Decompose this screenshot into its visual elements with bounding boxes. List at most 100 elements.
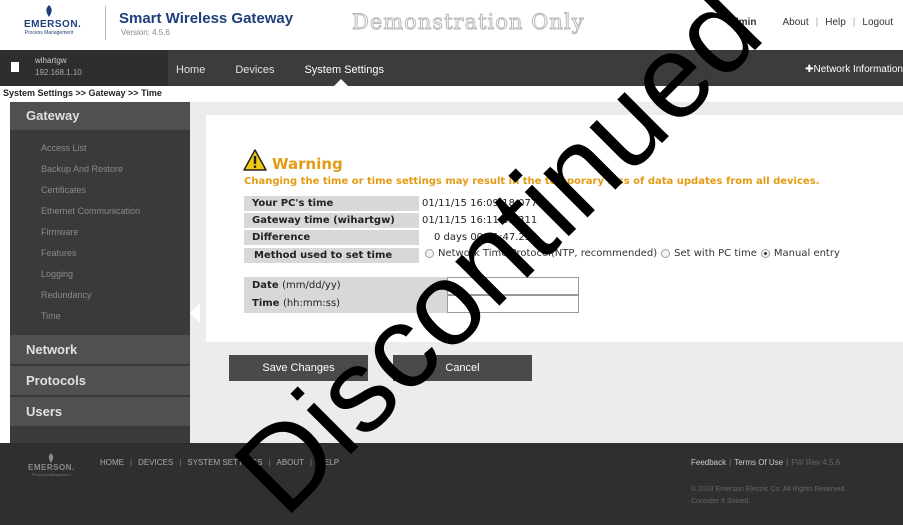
footer-separator: |: [786, 458, 789, 467]
current-user: admin: [727, 17, 757, 28]
header-divider: [105, 6, 106, 40]
footer-link-about[interactable]: ABOUT: [276, 458, 304, 467]
network-information-label: Network Information: [813, 64, 903, 75]
sidebar-item-ethernet-communication[interactable]: Ethernet Communication: [10, 201, 190, 222]
sidebar-selected-caret: [190, 303, 200, 323]
sidebar-section-network[interactable]: Network: [10, 335, 190, 364]
time-format: (hh:mm:ss): [282, 298, 341, 309]
warning-icon: [243, 149, 267, 171]
firmware-revision: FW Rev 4.5.6: [791, 458, 841, 467]
time-label-text: Time: [252, 298, 280, 309]
emerson-logo[interactable]: EMERSON. Process Management: [24, 5, 82, 43]
cancel-button[interactable]: Cancel: [393, 355, 532, 381]
app-version: Version: 4.5.6: [121, 28, 170, 37]
sidebar-section-gateway[interactable]: Gateway: [10, 102, 190, 130]
warning-message: Changing the time or time settings may r…: [244, 176, 820, 187]
footer-separator: |: [310, 458, 313, 467]
nav-home[interactable]: Home: [176, 64, 205, 76]
sidebar-item-backup-and-restore[interactable]: Backup And Restore: [10, 159, 190, 180]
sidebar-item-firmware[interactable]: Firmware: [10, 222, 190, 243]
breadcrumb: System Settings >> Gateway >> Time: [3, 88, 162, 98]
date-input[interactable]: [447, 277, 579, 295]
tagline: Consider It Solved.: [691, 498, 751, 505]
sidebar-item-logging[interactable]: Logging: [10, 264, 190, 285]
footer-brand: EMERSON.: [28, 463, 75, 472]
logo-sub: Process Management: [24, 30, 74, 36]
link-separator: |: [815, 17, 819, 28]
sidebar-item-redundancy[interactable]: Redundancy: [10, 285, 190, 306]
network-information-link[interactable]: ✚Network Information: [805, 64, 903, 75]
gateway-time-label: Gateway time (wihartgw): [244, 213, 419, 228]
date-format: (mm/dd/yy): [282, 280, 341, 291]
help-link[interactable]: Help: [825, 17, 846, 28]
method-label: Method used to set time: [244, 248, 419, 263]
gateway-menu: Access List Backup And Restore Certifica…: [10, 130, 190, 327]
copyright: © 2013 Emerson Electric Co. All Rights R…: [691, 484, 846, 508]
top-links: admin About | Help | Logout: [727, 17, 893, 28]
pc-time-label: Your PC's time: [244, 196, 419, 211]
footer-separator: |: [268, 458, 271, 467]
emerson-logo-icon: [46, 5, 52, 17]
nav-devices[interactable]: Devices: [235, 64, 274, 76]
manual-entry-radio[interactable]: [760, 249, 770, 258]
logo-brand: EMERSON.: [24, 19, 82, 30]
logout-link[interactable]: Logout: [862, 17, 893, 28]
gateway-time-value: 01/11/15 16:11:05.311: [422, 215, 538, 226]
time-label: Time (hh:mm:ss): [244, 295, 447, 313]
sidebar-item-time[interactable]: Time: [10, 306, 190, 327]
save-changes-button[interactable]: Save Changes: [229, 355, 368, 381]
demo-banner: Demonstration Only: [351, 10, 585, 35]
footer-separator: |: [179, 458, 182, 467]
app-title: Smart Wireless Gateway: [119, 10, 294, 27]
date-label: Date (mm/dd/yy): [244, 277, 447, 295]
copyright-text: © 2013 Emerson Electric Co. All Rights R…: [691, 486, 847, 493]
sidebar-item-features[interactable]: Features: [10, 243, 190, 264]
plus-icon: ✚: [805, 64, 814, 75]
method-option-manual[interactable]: Manual entry: [760, 248, 840, 259]
footer-right-links: Feedback | Terms Of Use | FW Rev 4.5.6: [691, 458, 840, 467]
pc-time-value: 01/11/15 16:09:18.077: [422, 198, 538, 209]
time-method-radio-group: Network Time Protocol(NTP, recommended) …: [425, 248, 844, 259]
footer-logo: EMERSON. Process Management: [28, 453, 75, 477]
feedback-link[interactable]: Feedback: [691, 458, 726, 467]
device-ip: 192.168.1.10: [35, 68, 82, 77]
footer-links: HOME | DEVICES | SYSTEM SETTINGS | ABOUT…: [100, 458, 339, 467]
device-icon: [11, 62, 19, 72]
footer-link-devices[interactable]: DEVICES: [138, 458, 173, 467]
time-input[interactable]: [447, 295, 579, 313]
footer-separator: |: [729, 458, 732, 467]
footer-logo-icon: [49, 453, 54, 463]
footer: EMERSON. Process Management HOME | DEVIC…: [0, 443, 903, 525]
sidebar-section-users[interactable]: Users: [10, 397, 190, 426]
device-panel[interactable]: wihartgw 192.168.1.10: [0, 50, 168, 86]
footer-link-home[interactable]: HOME: [100, 458, 124, 467]
footer-separator: |: [130, 458, 133, 467]
page: EMERSON. Process Management Smart Wirele…: [0, 0, 903, 525]
manual-entry-radio-label: Manual entry: [773, 248, 840, 259]
sidebar-section-protocols[interactable]: Protocols: [10, 366, 190, 395]
nav-system-settings[interactable]: System Settings: [304, 64, 383, 76]
ntp-radio-label: Network Time Protocol(NTP, recommended): [438, 248, 658, 259]
sidebar-item-access-list[interactable]: Access List: [10, 138, 190, 159]
pc-time-radio[interactable]: [661, 249, 671, 258]
date-label-text: Date: [252, 280, 279, 291]
device-name: wihartgw: [35, 56, 67, 65]
footer-brand-sub: Process Management: [31, 472, 71, 477]
nav-items: Home Devices System Settings: [176, 64, 414, 76]
sidebar-item-certificates[interactable]: Certificates: [10, 180, 190, 201]
difference-label: Difference: [244, 230, 419, 245]
sidebar: Gateway Access List Backup And Restore C…: [10, 102, 200, 443]
method-option-pc-time[interactable]: Set with PC time: [661, 248, 757, 259]
warning-title: Warning: [272, 155, 343, 173]
footer-link-system-settings[interactable]: SYSTEM SETTINGS: [187, 458, 262, 467]
header: EMERSON. Process Management Smart Wirele…: [0, 0, 903, 50]
link-separator: |: [852, 17, 856, 28]
method-option-ntp[interactable]: Network Time Protocol(NTP, recommended): [425, 248, 657, 259]
pc-time-radio-label: Set with PC time: [674, 248, 757, 259]
ntp-radio[interactable]: [425, 249, 434, 258]
about-link[interactable]: About: [782, 17, 808, 28]
terms-of-use-link[interactable]: Terms Of Use: [734, 458, 783, 467]
main-nav: wihartgw 192.168.1.10 Home Devices Syste…: [0, 50, 903, 86]
footer-link-help[interactable]: HELP: [318, 458, 339, 467]
